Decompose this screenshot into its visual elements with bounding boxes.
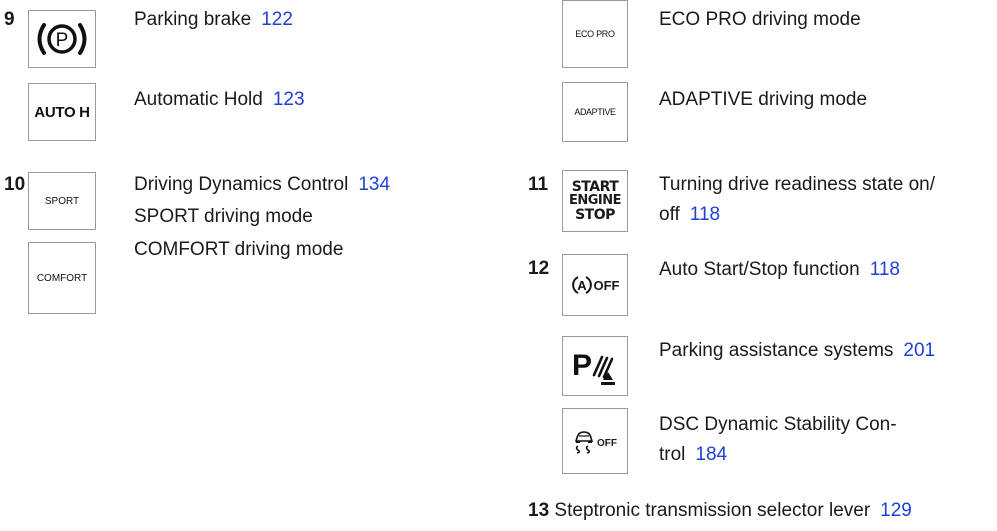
svg-text:P: P	[572, 349, 592, 382]
steptronic-page-link[interactable]: 129	[880, 500, 912, 521]
comfort-mode-icon: COMFORT	[28, 242, 96, 314]
engine-icon-text: ENGINE	[568, 193, 622, 208]
auto-start-stop-entry: Auto Start/Stop function 118	[659, 254, 900, 286]
drive-readiness-entry-line2: off 118	[659, 199, 720, 231]
drive-readiness-page-link[interactable]: 118	[690, 204, 720, 225]
dsc-off-icon: OFF	[562, 408, 628, 474]
auto-a-circle-icon: A	[571, 276, 592, 294]
item-number-10: 10	[4, 174, 26, 195]
auto-hold-icon-text: AUTO H	[34, 103, 90, 121]
comfort-mode-label: COMFORT driving mode	[134, 239, 344, 260]
svg-text:A: A	[577, 278, 587, 293]
auto-start-stop-label: Auto Start/Stop function	[659, 259, 860, 280]
adaptive-icon: ADAPTIVE	[562, 82, 628, 142]
driving-dynamics-page-link[interactable]: 134	[358, 174, 390, 195]
dsc-label-line2: trol	[659, 444, 686, 465]
parking-assistance-icon: P	[562, 336, 628, 396]
parking-brake-page-link[interactable]: 122	[261, 9, 293, 30]
eco-pro-icon: ECO PRO	[562, 0, 628, 68]
eco-pro-label: ECO PRO driving mode	[659, 9, 861, 30]
item-number-12: 12	[528, 258, 550, 279]
stop-icon-text: STOP	[575, 207, 615, 223]
driving-dynamics-entry: Driving Dynamics Control 134	[134, 169, 390, 201]
automatic-hold-page-link[interactable]: 123	[273, 89, 305, 110]
drive-readiness-label-line2: off	[659, 204, 680, 225]
item-number-11: 11	[528, 174, 549, 195]
eco-pro-icon-text: ECO PRO	[575, 29, 615, 39]
sport-mode-icon: SPORT	[28, 172, 96, 230]
automatic-hold-label: Automatic Hold	[134, 89, 263, 110]
parking-assistance-label: Parking assistance systems	[659, 340, 894, 361]
steptronic-entry: 13 Steptronic transmission selector leve…	[528, 495, 912, 527]
skidding-car-icon	[574, 431, 594, 454]
auto-start-stop-icon: A OFF	[562, 254, 628, 316]
sport-mode-label: SPORT driving mode	[134, 206, 313, 227]
parking-assistance-page-link[interactable]: 201	[903, 340, 935, 361]
item-number-13: 13	[528, 500, 550, 521]
start-engine-stop-icon: START ENGINE STOP	[562, 170, 628, 232]
svg-text:P: P	[56, 30, 69, 51]
parking-assistance-entry: Parking assistance systems 201	[659, 335, 935, 367]
drive-readiness-label-line1: Turning drive readiness state on/	[659, 174, 936, 195]
automatic-hold-entry: Automatic Hold 123	[134, 84, 305, 116]
dsc-label-line1: DSC Dynamic Stability Con-	[659, 414, 897, 435]
dsc-off-text: OFF	[597, 437, 617, 449]
start-icon-text: START	[571, 179, 619, 195]
dsc-page-link[interactable]: 184	[695, 444, 727, 465]
auto-start-stop-off-text: OFF	[593, 277, 620, 293]
adaptive-label: ADAPTIVE driving mode	[659, 89, 868, 110]
parking-brake-icon: P	[28, 10, 96, 68]
auto-start-stop-page-link[interactable]: 118	[870, 259, 900, 280]
parking-brake-label: Parking brake	[134, 9, 252, 30]
steptronic-label: Steptronic transmission selector lever	[554, 500, 871, 521]
comfort-icon-text: COMFORT	[36, 272, 88, 284]
sport-icon-text: SPORT	[44, 195, 80, 207]
auto-hold-icon: AUTO H	[28, 83, 96, 141]
driving-dynamics-label: Driving Dynamics Control	[134, 174, 349, 195]
dsc-entry-line2: trol 184	[659, 439, 727, 471]
item-number-9: 9	[4, 9, 15, 30]
adaptive-icon-text: ADAPTIVE	[574, 107, 616, 117]
parking-brake-entry: Parking brake 122	[134, 4, 293, 36]
